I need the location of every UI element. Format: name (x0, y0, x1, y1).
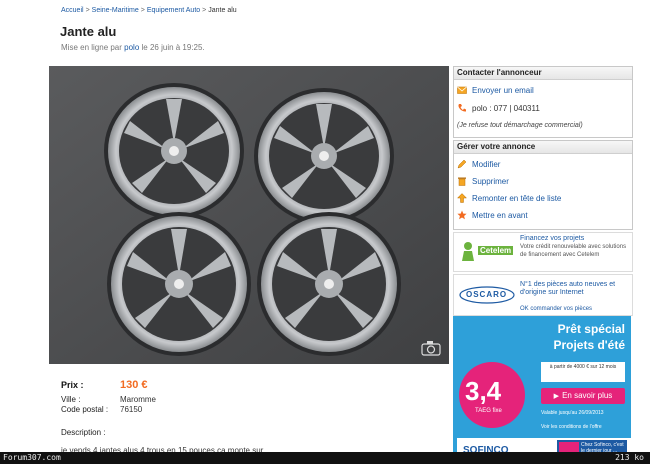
breadcrumb-home[interactable]: Accueil (61, 7, 84, 14)
cetelem-text: Votre crédit renouvelable avec solutions… (520, 244, 627, 258)
status-bar (0, 452, 650, 464)
oscaro-logo: OSCARO (458, 285, 516, 305)
feature-label: Mettre en avant (472, 210, 528, 220)
zip-value: 76150 (120, 405, 143, 414)
breadcrumb-category[interactable]: Equipement Auto (147, 7, 200, 14)
listing-meta: Mise en ligne par polo le 26 juin à 19:2… (61, 43, 205, 52)
ad-cta-button[interactable]: ▶ En savoir plus (541, 388, 625, 404)
email-link[interactable]: Envoyer un email (457, 85, 534, 95)
oscaro-logo-text: OSCARO (466, 290, 508, 299)
author-link[interactable]: polo (124, 43, 139, 52)
status-size: 213 ko (615, 453, 644, 462)
contact-header: Contacter l'annonceur (454, 67, 632, 80)
price-label: Prix : (61, 380, 84, 390)
manage-box: Gérer votre annonce Modifier Supprimer R… (453, 140, 633, 230)
sofinco-ad[interactable]: Prêt spécial Projets d'été 3,4 TAEG fixe… (453, 316, 631, 464)
phone-row: polo : 077 | 040311 (457, 103, 540, 113)
cetelem-logo: Cetelem (460, 241, 516, 261)
promo-oscaro[interactable]: OSCARO N°1 des pièces auto neuves et d'o… (453, 274, 633, 316)
cetelem-logo-text: Cetelem (478, 246, 514, 255)
ad-conditions[interactable]: Voir les conditions de l'offre (541, 424, 602, 430)
page-title: Jante alu (60, 24, 117, 39)
modify-link[interactable]: Modifier (457, 159, 500, 169)
meta-prefix: Mise en ligne par (61, 43, 122, 52)
bump-link[interactable]: Remonter en tête de liste (456, 193, 562, 203)
ad-title-2: Projets d'été (553, 338, 625, 352)
arrow-up-icon (456, 193, 468, 203)
breadcrumb-current: Jante alu (208, 7, 237, 14)
pencil-icon (457, 159, 467, 169)
contact-notice: (Je refuse tout démarchage commercial) (457, 122, 583, 129)
feature-link[interactable]: Mettre en avant (457, 210, 528, 220)
rate-value: 3,4 (465, 376, 502, 406)
phone-number: polo : 077 | 040311 (472, 103, 540, 113)
modify-label: Modifier (472, 159, 501, 169)
phone-icon (457, 103, 467, 113)
status-left: Forum307.com (3, 453, 61, 462)
price-value: 130 € (120, 379, 148, 391)
ad-title-1: Prêt spécial (557, 322, 625, 336)
oscaro-title[interactable]: N°1 des pièces auto neuves et d'origine … (520, 281, 628, 297)
ad-validity: Valable jusqu'au 26/09/2013 (541, 410, 604, 416)
zip-label: Code postal : (61, 405, 109, 414)
trash-icon (457, 176, 467, 186)
camera-icon[interactable] (421, 340, 441, 356)
oscaro-text[interactable]: OK commander vos pièces (520, 305, 630, 313)
contact-box: Contacter l'annonceur Envoyer un email p… (453, 66, 633, 138)
breadcrumb-separator: > (140, 7, 145, 14)
ad-cta-label: En savoir plus (562, 391, 613, 400)
star-icon (457, 210, 467, 220)
breadcrumb-region[interactable]: Seine-Maritime (92, 7, 139, 14)
manage-header: Gérer votre annonce (454, 141, 632, 154)
delete-label: Supprimer (472, 176, 509, 186)
promo-cetelem[interactable]: Cetelem Financez vos projets Votre crédi… (453, 232, 633, 272)
person-icon (462, 242, 474, 261)
ad-offer-box: à partir de 4000 € sur 12 mois (541, 362, 625, 382)
breadcrumb-separator: > (85, 7, 90, 14)
city-label: Ville : (61, 395, 81, 404)
delete-link[interactable]: Supprimer (457, 176, 509, 186)
play-icon: ▶ (553, 393, 560, 400)
breadcrumb: Accueil > Seine-Maritime > Equipement Auto > J… (61, 7, 237, 14)
listing-photo[interactable] (49, 66, 449, 364)
email-label: Envoyer un email (472, 85, 534, 95)
rate-label: TAEG fixe (475, 408, 502, 414)
city-value: Maromme (120, 395, 157, 404)
breadcrumb-separator: > (202, 7, 207, 14)
bump-label: Remonter en tête de liste (472, 193, 562, 203)
description-label: Description : (61, 428, 106, 437)
envelope-icon (457, 85, 467, 95)
meta-suffix: le 26 juin à 19:25. (141, 43, 205, 52)
cetelem-title[interactable]: Financez vos projets (520, 235, 584, 242)
wheels-photo (49, 66, 449, 364)
